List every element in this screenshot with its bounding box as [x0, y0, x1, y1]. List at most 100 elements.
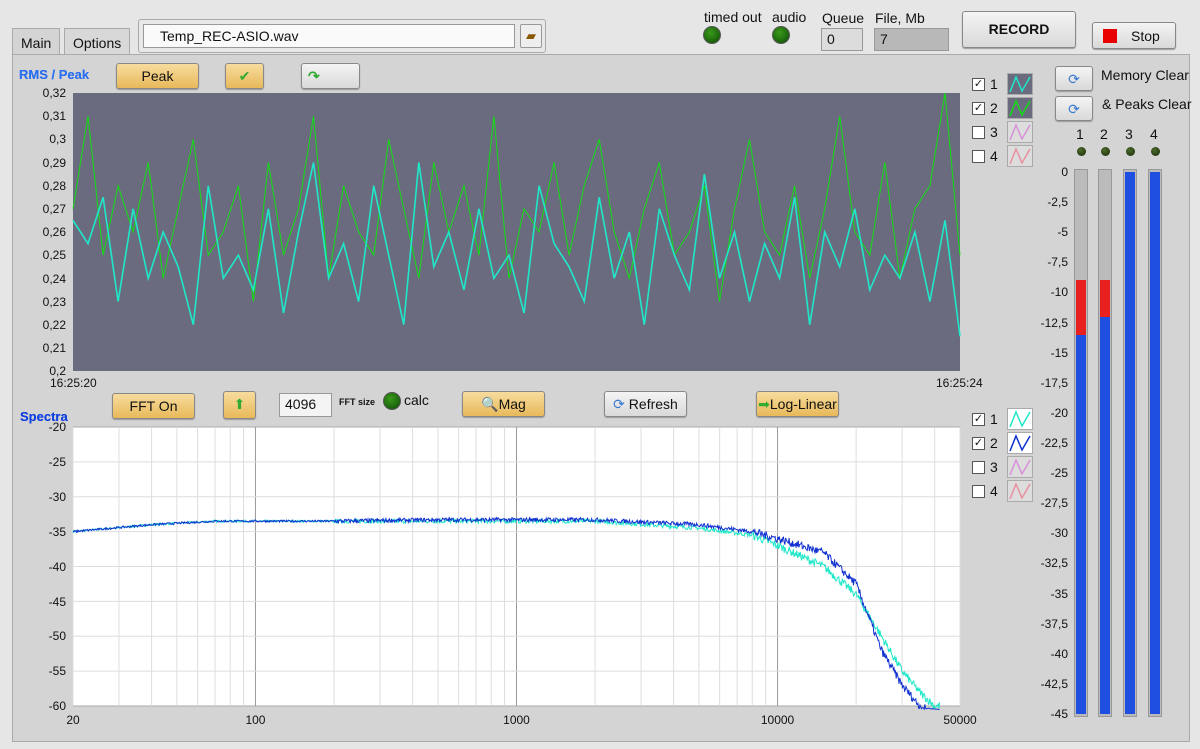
- rms-plot-style-swatch-1[interactable]: [1007, 73, 1033, 95]
- meter-peak-bar: [1100, 280, 1110, 317]
- meter-channel-label: 3: [1125, 126, 1133, 142]
- meter-scale-tick: -20: [1050, 405, 1068, 420]
- fft-on-button[interactable]: FFT On: [112, 393, 195, 419]
- meter-scale-tick: -2,5: [1047, 195, 1068, 210]
- rms-y-tick: 0,21: [42, 341, 66, 356]
- rms-plot-area: [73, 93, 960, 371]
- rms-channel-label: 2: [990, 100, 998, 116]
- arrow-right-icon: ➡: [758, 396, 770, 412]
- meter-channel-label: 1: [1076, 126, 1084, 142]
- meter-peak-bar: [1076, 280, 1086, 335]
- spectra-channel-4-checkbox[interactable]: [972, 485, 985, 498]
- spectra-channel-label: 3: [990, 459, 998, 475]
- meter-scale-tick: -32,5: [1040, 556, 1068, 571]
- rms-channel-label: 4: [990, 148, 998, 164]
- memory-clear-button[interactable]: ⟳: [1055, 66, 1093, 91]
- spectra-channel-label: 2: [990, 435, 998, 451]
- rms-y-tick: 0,3: [49, 132, 66, 147]
- calc-led: [383, 392, 401, 410]
- spectra-x-tick: 100: [245, 713, 266, 727]
- meter-scale-tick: -37,5: [1040, 616, 1068, 631]
- rms-plot-style-swatch-3[interactable]: [1007, 121, 1033, 143]
- meter-scale-tick: -45: [1050, 707, 1068, 721]
- rms-y-tick: 0,22: [42, 318, 66, 332]
- rms-channel-2-checkbox[interactable]: ✓: [972, 102, 985, 115]
- meter-scale-tick: -25: [1050, 466, 1068, 481]
- fft-size-label: FFT size: [339, 397, 376, 407]
- meter-scale-tick: -30: [1050, 526, 1068, 541]
- meter-clip-led: [1077, 147, 1086, 156]
- memory-clear-label: Memory Clear: [1101, 67, 1189, 83]
- meter-scale-tick: -15: [1050, 345, 1068, 360]
- refresh-button[interactable]: ⟳ Refresh: [604, 391, 687, 417]
- meter-scale-tick: -17,5: [1040, 375, 1068, 390]
- refresh-icon: ⟳: [613, 396, 629, 412]
- rms-y-tick: 0,31: [42, 109, 66, 124]
- meter-scale-tick: -27,5: [1040, 496, 1068, 511]
- rms-y-tick: 0,24: [42, 271, 66, 286]
- rms-y-tick: 0,27: [42, 202, 66, 216]
- spectra-y-tick: -35: [48, 524, 66, 539]
- meter-channel-label: 4: [1150, 126, 1158, 142]
- meter-scale-tick: -22,5: [1040, 436, 1068, 450]
- log-linear-label: Log-Linear: [769, 396, 837, 412]
- meter-level-bar: [1150, 172, 1160, 714]
- rms-plot-style-swatch-4[interactable]: [1007, 145, 1033, 167]
- meter-scale-tick: -5: [1057, 225, 1068, 240]
- spectra-y-tick: -55: [48, 664, 66, 679]
- rms-y-tick: 0,25: [42, 248, 66, 263]
- rms-channel-4-checkbox[interactable]: [972, 150, 985, 163]
- spectra-channel-label: 1: [990, 411, 998, 427]
- spectra-y-tick: -30: [48, 489, 66, 504]
- rms-plot-style-swatch-2[interactable]: [1007, 97, 1033, 119]
- meter-level-bar: [1125, 172, 1135, 714]
- meter-scale-tick: -42,5: [1040, 676, 1068, 691]
- log-linear-button[interactable]: ➡Log-Linear: [756, 391, 839, 417]
- spectra-y-tick: -25: [48, 454, 66, 469]
- meter-level-bar: [1100, 316, 1110, 714]
- meter-level-bar: [1076, 334, 1086, 714]
- meter-scale-tick: -40: [1050, 646, 1068, 661]
- magnifier-icon: 🔍: [481, 396, 499, 412]
- spectra-y-tick: -45: [48, 594, 66, 609]
- spectra-x-tick: 1000: [503, 713, 530, 727]
- rms-y-tick: 0,26: [42, 225, 66, 240]
- meter-scale-tick: -12,5: [1040, 315, 1068, 330]
- rms-y-tick: 0,23: [42, 294, 66, 309]
- mag-label: Mag: [498, 396, 526, 412]
- mag-button[interactable]: 🔍Mag: [462, 391, 545, 417]
- rms-y-tick: 0,2: [49, 364, 66, 379]
- meter-scale-tick: -10: [1050, 285, 1068, 300]
- spectra-x-tick: 50000: [943, 713, 977, 727]
- calc-label: calc: [404, 392, 429, 408]
- meter-clip-led: [1151, 147, 1160, 156]
- spectra-channel-2-checkbox[interactable]: ✓: [972, 437, 985, 450]
- fft-size-input[interactable]: 4096: [279, 393, 332, 417]
- meter-scale-tick: 0: [1061, 165, 1068, 179]
- rms-channel-label: 1: [990, 76, 998, 92]
- meter-scale-tick: -7,5: [1047, 255, 1068, 270]
- rms-y-tick: 0,28: [42, 178, 66, 193]
- rms-y-tick: 0,32: [42, 86, 66, 100]
- meter-channel-label: 2: [1100, 126, 1108, 142]
- spectra-y-tick: -50: [48, 629, 66, 644]
- peaks-clear-label: & Peaks Clear: [1102, 96, 1192, 112]
- spectra-y-tick: -20: [48, 420, 66, 434]
- spectra-y-tick: -40: [48, 559, 66, 574]
- rms-channel-3-checkbox[interactable]: [972, 126, 985, 139]
- meter-clip-led: [1101, 147, 1110, 156]
- spectra-channel-3-checkbox[interactable]: [972, 461, 985, 474]
- spectra-channel-1-checkbox[interactable]: ✓: [972, 413, 985, 426]
- peaks-clear-button[interactable]: ⟳: [1055, 96, 1093, 121]
- spectra-x-tick: 20: [66, 713, 80, 727]
- rms-y-tick: 0,29: [42, 155, 66, 170]
- meter-clip-led: [1126, 147, 1135, 156]
- upload-arrow-icon[interactable]: ⬆: [223, 391, 256, 419]
- rms-channel-label: 3: [990, 124, 998, 140]
- rms-x-end: 16:25:24: [936, 376, 983, 390]
- refresh-label: Refresh: [628, 396, 678, 412]
- spectra-x-tick: 10000: [760, 713, 795, 727]
- spectra-channel-label: 4: [990, 483, 998, 499]
- rms-channel-1-checkbox[interactable]: ✓: [972, 78, 985, 91]
- meter-scale-tick: -35: [1050, 586, 1068, 601]
